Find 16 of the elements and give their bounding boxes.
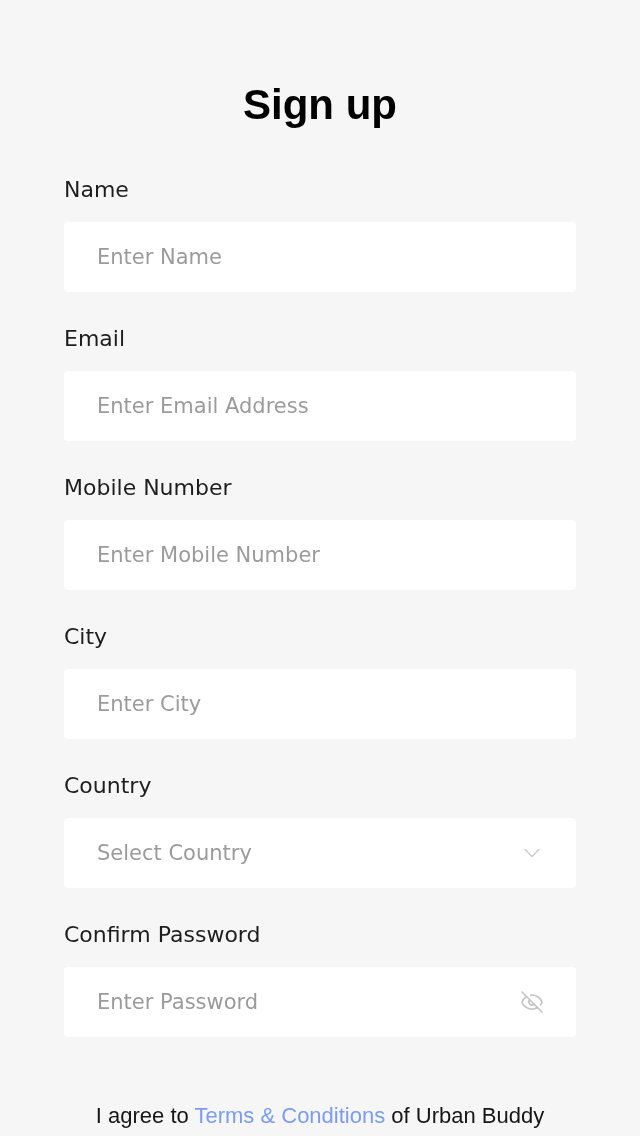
field-label: City <box>64 623 108 651</box>
password-field[interactable]: Enter Password <box>64 967 576 1037</box>
field-label: Name <box>64 176 129 204</box>
dropdown-field[interactable]: Select Country <box>64 818 576 888</box>
page-title: Sign up <box>243 80 397 130</box>
agreement-text: I agree to Terms & Conditions of Urban Buddy <box>94 1102 546 1130</box>
input-field[interactable]: Enter Mobile Number <box>64 520 576 590</box>
input-field[interactable]: Enter Name <box>64 222 576 292</box>
field-label: Confirm Password <box>64 921 261 949</box>
input-field[interactable]: Enter Email Address <box>64 371 576 441</box>
field-label: Country <box>64 772 152 800</box>
eye-off-icon[interactable] <box>520 990 544 1014</box>
terms-link[interactable]: Terms & Conditions <box>194 1103 386 1128</box>
field-label: Mobile Number <box>64 474 232 502</box>
input-field[interactable]: Enter City <box>64 669 576 739</box>
field-label: Email <box>64 325 126 353</box>
